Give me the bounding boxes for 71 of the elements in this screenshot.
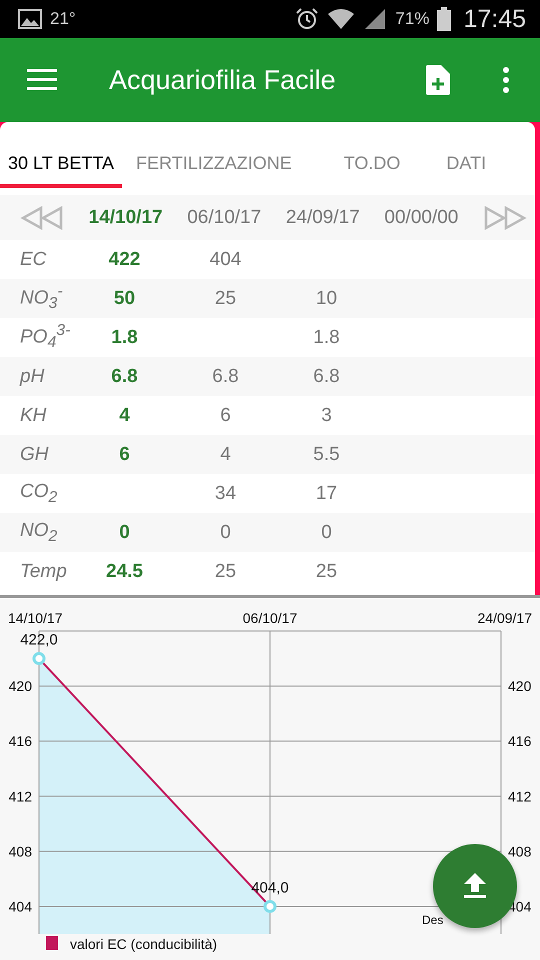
value-label: 404,0 xyxy=(251,879,289,896)
parameter-label: NO$_{2}$ xyxy=(19,520,58,546)
table-cell: 50 xyxy=(114,288,136,308)
parameter-label: GH xyxy=(19,444,50,466)
parameter-label: KH xyxy=(19,404,48,426)
tick-label: 408 xyxy=(8,843,32,860)
axis-label: 14/10/17 xyxy=(8,610,62,626)
axis-label: 06/10/17 xyxy=(242,610,298,626)
more-options-icon[interactable] xyxy=(502,67,510,93)
legend-label: valori EC (conducibilità) xyxy=(70,936,218,952)
table-cell: 17 xyxy=(316,482,338,504)
signal-icon xyxy=(363,8,388,30)
table-cell: 422 xyxy=(108,248,140,270)
data-point xyxy=(32,652,46,666)
table-cell: 0 xyxy=(321,522,332,542)
tab[interactable]: 30 LT BETTA xyxy=(0,153,122,188)
table-cell: 6 xyxy=(119,444,130,464)
tab[interactable]: FERTILIZZAZIONE xyxy=(128,153,300,188)
table-cell: 6.8 xyxy=(111,366,138,386)
data-point xyxy=(264,900,276,913)
parameter-label: pH xyxy=(18,366,46,388)
tick-label: 420 xyxy=(8,678,32,694)
menu-icon[interactable] xyxy=(27,69,57,91)
tick-label: 412 xyxy=(8,788,32,804)
add-document-icon[interactable] xyxy=(426,65,450,95)
parameter-label: CO$_{2}$ xyxy=(19,480,58,506)
tick-label: 416 xyxy=(8,733,32,750)
table-cell: 25 xyxy=(214,560,236,582)
image-icon xyxy=(18,9,42,29)
date-label[interactable]: 24/09/17 xyxy=(286,206,360,228)
parameter-label: Temp xyxy=(19,560,68,582)
table-cell: 4 xyxy=(220,444,231,464)
table-cell: 25 xyxy=(214,288,236,308)
tick-label: 412 xyxy=(508,788,532,804)
tick-label: 420 xyxy=(508,678,532,694)
temperature-text: 21° xyxy=(50,9,76,29)
table-cell: 4 xyxy=(119,404,130,426)
table-cell: 6.8 xyxy=(313,366,340,386)
clock-time: 17:45 xyxy=(463,4,526,34)
axis-label: 24/09/17 xyxy=(478,610,532,626)
date-label[interactable]: 14/10/17 xyxy=(88,206,163,228)
table-cell: 25 xyxy=(316,560,338,582)
battery-icon xyxy=(437,7,452,31)
wifi-icon xyxy=(327,8,356,30)
description-text: Des xyxy=(422,913,444,927)
tick-label: 404 xyxy=(8,898,32,914)
upload-icon xyxy=(464,873,486,899)
value-label: 422,0 xyxy=(20,632,58,649)
table-cell: 0 xyxy=(220,522,231,542)
tab[interactable]: DATI xyxy=(438,153,494,188)
table-cell: 24.5 xyxy=(106,560,143,582)
table-cell: 1.8 xyxy=(111,326,138,348)
table-cell: 404 xyxy=(210,248,242,270)
battery-percent: 71% xyxy=(395,9,430,29)
table-cell: 3 xyxy=(321,404,332,426)
app-title: Acquariofilia Facile xyxy=(109,64,337,96)
tab[interactable]: TO.DO xyxy=(336,153,408,188)
parameter-label: EC xyxy=(19,248,48,270)
tick-label: 408 xyxy=(508,843,532,860)
table-cell: 10 xyxy=(316,288,338,308)
date-label[interactable]: 06/10/17 xyxy=(187,206,262,228)
alarm-icon xyxy=(295,7,320,31)
table-cell: 6 xyxy=(220,404,231,426)
table-cell: 0 xyxy=(119,522,130,542)
table-cell: 5.5 xyxy=(313,444,340,464)
legend-swatch xyxy=(46,936,58,950)
date-label[interactable]: 00/00/00 xyxy=(384,206,458,228)
table-cell: 6.8 xyxy=(212,366,239,386)
table-cell: 34 xyxy=(214,482,236,504)
table-cell: 1.8 xyxy=(313,326,340,348)
tick-label: 416 xyxy=(508,733,532,750)
